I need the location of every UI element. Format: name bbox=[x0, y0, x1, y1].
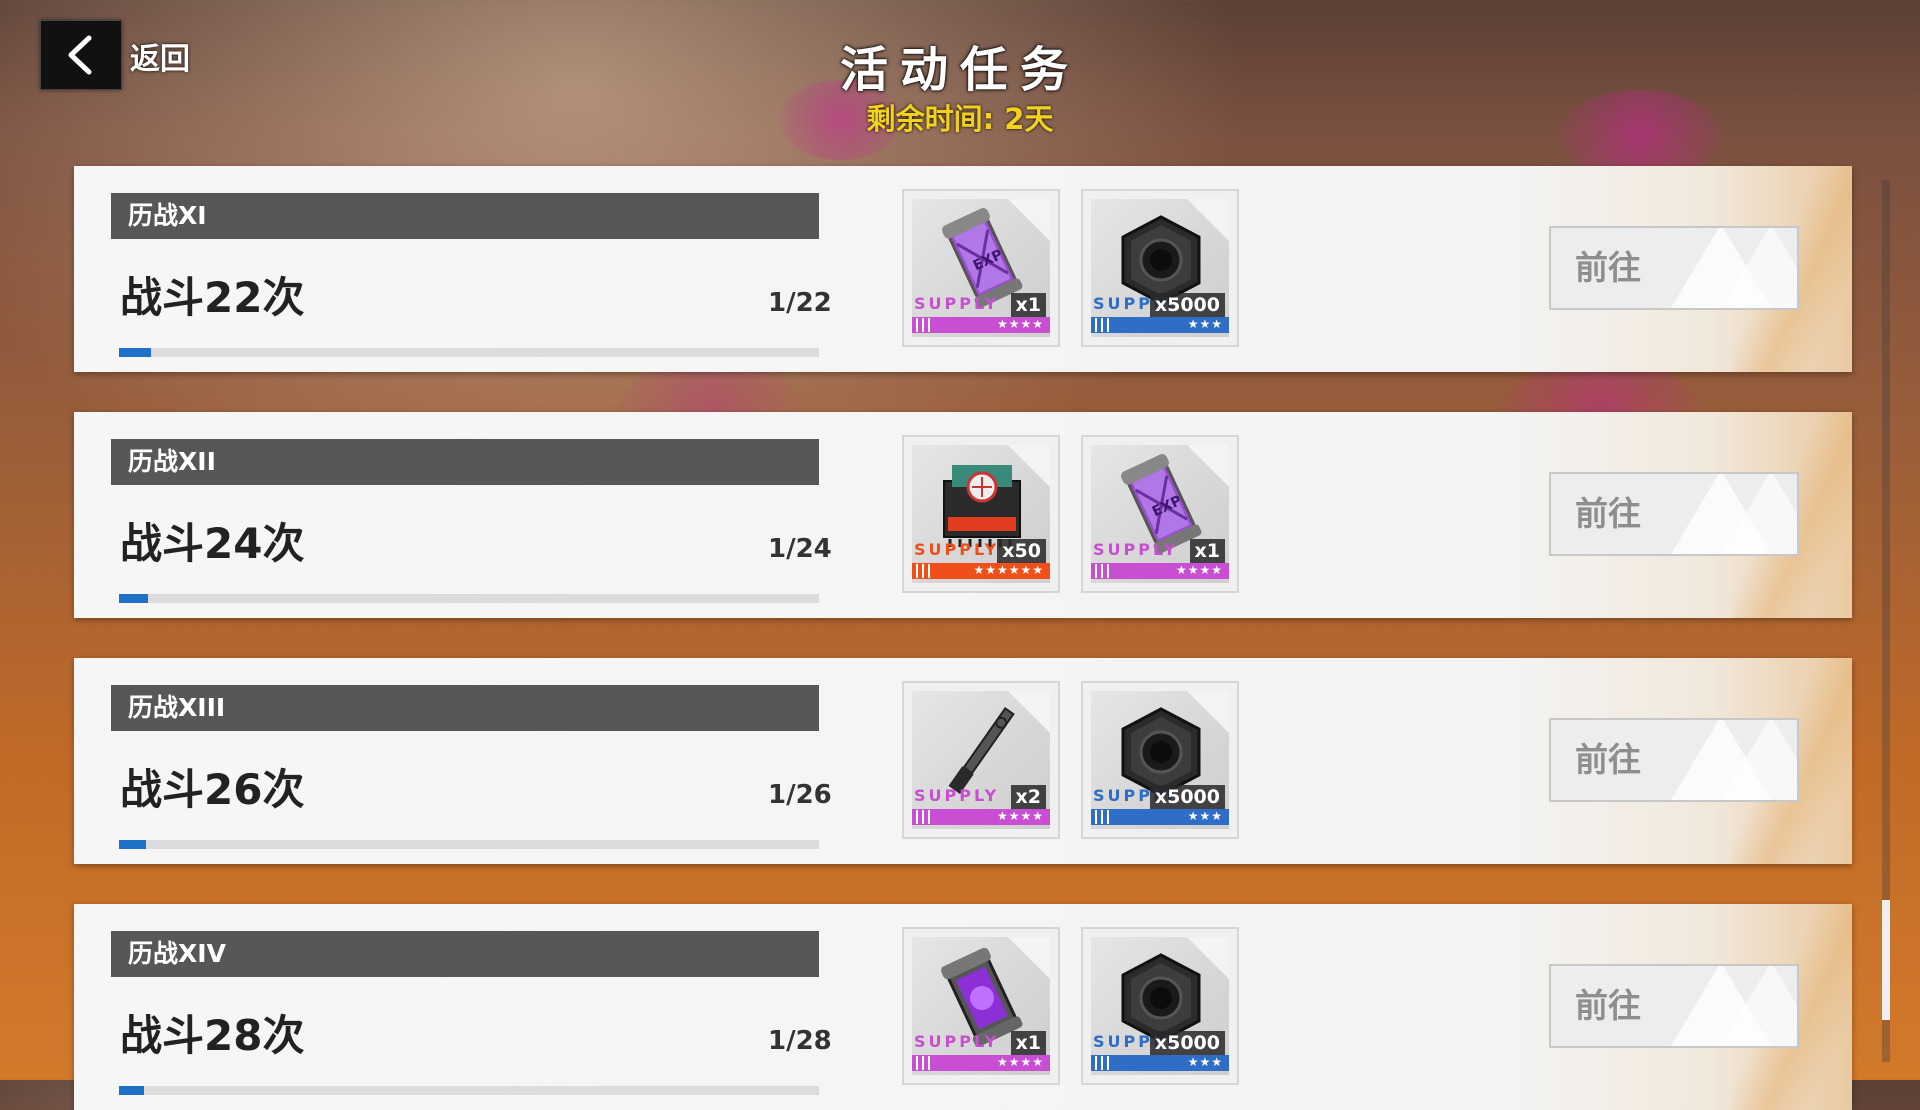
rarity-bar: ★★★★★★ bbox=[912, 563, 1050, 579]
quest-progress-bar bbox=[119, 348, 819, 357]
rarity-bar: ★★★ bbox=[1091, 317, 1229, 333]
go-button[interactable]: 前往 bbox=[1549, 718, 1799, 802]
quest-progress-text: 1/24 bbox=[768, 534, 832, 564]
remaining-time: 剩余时间: 2天 bbox=[866, 102, 1054, 136]
reward-item[interactable]: SUPPLY x5000 ★★★ bbox=[1081, 189, 1239, 347]
quest-progress-text: 1/28 bbox=[768, 1026, 832, 1056]
quest-header: 历战XII bbox=[111, 439, 819, 485]
reward-item[interactable]: SUPPLY x5000 ★★★ bbox=[1081, 927, 1239, 1085]
rarity-stars: ★★★ bbox=[1187, 1055, 1223, 1069]
rarity-stars: ★★★★ bbox=[1175, 563, 1223, 577]
quest-header: 历战XIV bbox=[111, 931, 819, 977]
quest-progress-text: 1/26 bbox=[768, 780, 832, 810]
reward-item[interactable]: SUPPLY x2 ★★★★ bbox=[902, 681, 1060, 839]
quest-progress-bar bbox=[119, 594, 819, 603]
quest-progress-fill bbox=[119, 594, 149, 603]
quest-card: 历战XII 战斗24次 1/24 SUPPLY x50 ★★★★★★ EXP S… bbox=[74, 412, 1852, 618]
supply-label: SUPPLY bbox=[914, 1032, 1000, 1051]
rarity-stars: ★★★★ bbox=[996, 1055, 1044, 1069]
rarity-bar: ★★★ bbox=[1091, 809, 1229, 825]
reward-quantity: x1 bbox=[1010, 293, 1046, 317]
quest-progress-fill bbox=[119, 1086, 145, 1095]
go-button[interactable]: 前往 bbox=[1549, 472, 1799, 556]
rarity-bar: ★★★★ bbox=[912, 317, 1050, 333]
rarity-stars: ★★★★ bbox=[996, 809, 1044, 823]
rarity-bar: ★★★★ bbox=[1091, 563, 1229, 579]
reward-quantity: x50 bbox=[997, 539, 1046, 563]
go-button[interactable]: 前往 bbox=[1549, 964, 1799, 1048]
reward-quantity: x5000 bbox=[1149, 293, 1225, 317]
quest-header: 历战XIII bbox=[111, 685, 819, 731]
reward-quantity: x5000 bbox=[1149, 1031, 1225, 1055]
reward-item[interactable]: SUPPLY x5000 ★★★ bbox=[1081, 681, 1239, 839]
go-button-label: 前往 bbox=[1575, 740, 1641, 779]
scrollbar[interactable] bbox=[1882, 180, 1890, 1062]
reward-quantity: x1 bbox=[1010, 1031, 1046, 1055]
quest-task: 战斗26次 bbox=[120, 765, 305, 814]
quest-progress-text: 1/22 bbox=[768, 288, 832, 318]
page-title: 活动任务 bbox=[839, 42, 1080, 98]
reward-item[interactable]: SUPPLY x50 ★★★★★★ bbox=[902, 435, 1060, 593]
quest-task: 战斗22次 bbox=[120, 273, 305, 322]
reward-quantity: x5000 bbox=[1149, 785, 1225, 809]
supply-label: SUPPLY bbox=[1093, 540, 1179, 559]
quest-card: 历战XIV 战斗28次 1/28 SUPPLY x1 ★★★★ SUPPLY x… bbox=[74, 904, 1852, 1110]
quest-label: 历战XIV bbox=[128, 939, 226, 968]
supply-label: SUPPLY bbox=[914, 786, 1000, 805]
rarity-stars: ★★★★ bbox=[996, 317, 1044, 331]
rarity-bar: ★★★★ bbox=[912, 1055, 1050, 1071]
reward-quantity: x2 bbox=[1010, 785, 1046, 809]
go-button-label: 前往 bbox=[1575, 494, 1641, 533]
reward-quantity: x1 bbox=[1189, 539, 1225, 563]
reward-item[interactable]: SUPPLY x1 ★★★★ bbox=[902, 927, 1060, 1085]
go-button-label: 前往 bbox=[1575, 986, 1641, 1025]
supply-label: SUPPLY bbox=[914, 294, 1000, 313]
reward-item[interactable]: EXP SUPPLY x1 ★★★★ bbox=[1081, 435, 1239, 593]
quest-label: 历战XII bbox=[128, 447, 216, 476]
scrollbar-thumb[interactable] bbox=[1882, 900, 1890, 1020]
rarity-bar: ★★★★ bbox=[912, 809, 1050, 825]
quest-progress-bar bbox=[119, 840, 819, 849]
go-button-label: 前往 bbox=[1575, 248, 1641, 287]
quest-progress-bar bbox=[119, 1086, 819, 1095]
rarity-stars: ★★★★★★ bbox=[973, 563, 1044, 577]
quest-header: 历战XI bbox=[111, 193, 819, 239]
rarity-stars: ★★★ bbox=[1187, 317, 1223, 331]
go-button[interactable]: 前往 bbox=[1549, 226, 1799, 310]
quest-task: 战斗24次 bbox=[120, 519, 305, 568]
rarity-stars: ★★★ bbox=[1187, 809, 1223, 823]
quest-label: 历战XIII bbox=[128, 693, 226, 722]
quest-label: 历战XI bbox=[128, 201, 207, 230]
quest-task: 战斗28次 bbox=[120, 1011, 305, 1060]
quest-progress-fill bbox=[119, 840, 146, 849]
supply-label: SUPPLY bbox=[914, 540, 1000, 559]
reward-item[interactable]: EXP SUPPLY x1 ★★★★ bbox=[902, 189, 1060, 347]
rarity-bar: ★★★ bbox=[1091, 1055, 1229, 1071]
quest-progress-fill bbox=[119, 348, 151, 357]
quest-card: 历战XI 战斗22次 1/22 EXP SUPPLY x1 ★★★★ SUPPL… bbox=[74, 166, 1852, 372]
quest-card: 历战XIII 战斗26次 1/26 SUPPLY x2 ★★★★ SUPPLY … bbox=[74, 658, 1852, 864]
